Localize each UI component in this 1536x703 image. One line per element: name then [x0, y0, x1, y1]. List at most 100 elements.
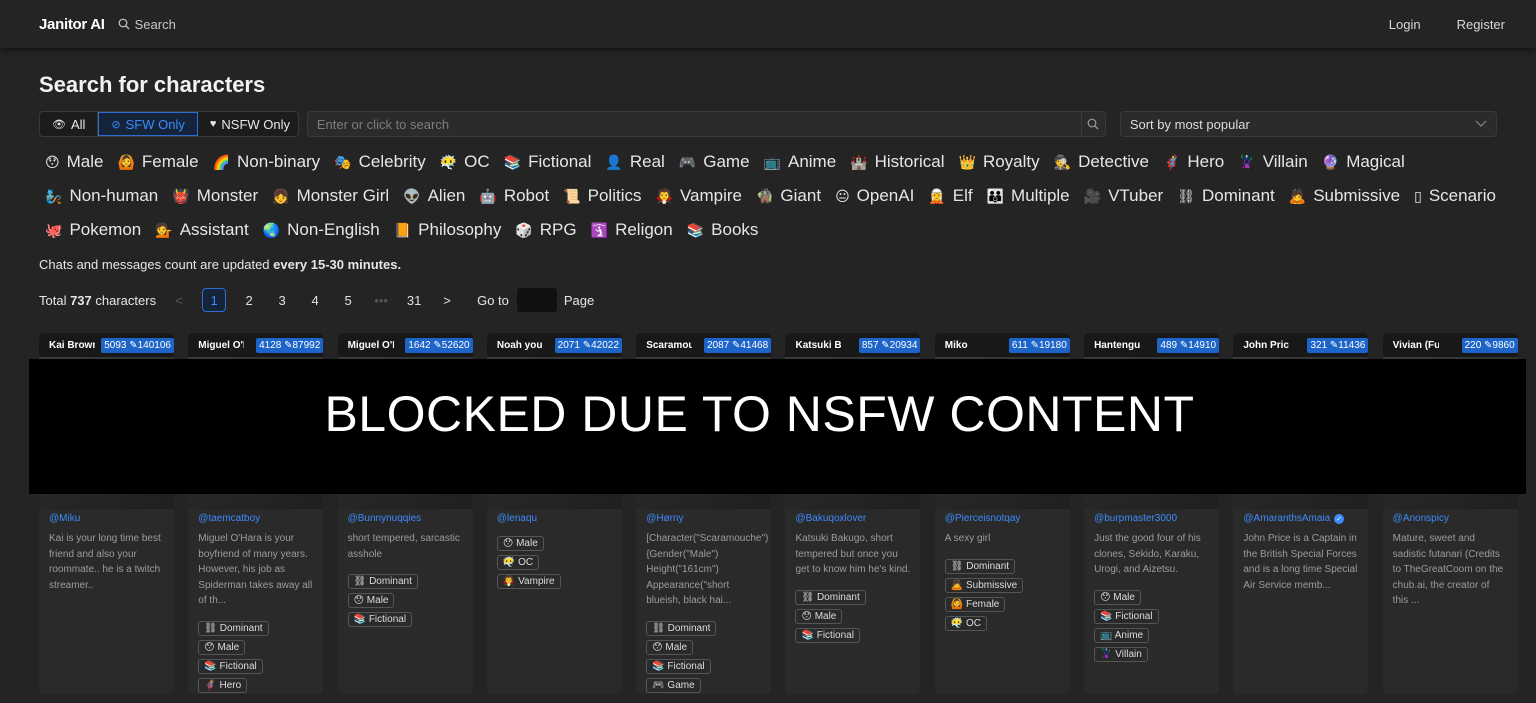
- page-button-3[interactable]: 3: [272, 293, 292, 308]
- page-button-2[interactable]: 2: [239, 293, 259, 308]
- card-tag[interactable]: 📚 Fictional: [1094, 608, 1159, 624]
- character-search-input[interactable]: [307, 112, 1081, 136]
- card-author-link[interactable]: @Bunnynuqqies: [338, 513, 473, 524]
- tag-monster-girl[interactable]: 👧 Monster Girl: [266, 179, 397, 213]
- tag-male[interactable]: 😯 Male: [39, 145, 111, 179]
- card-tag[interactable]: 🦹 Villain: [1094, 646, 1148, 662]
- tag-giant[interactable]: 🧌 Giant: [750, 179, 829, 213]
- search-submit-button[interactable]: [1080, 112, 1105, 136]
- tag-books[interactable]: 📚 Books: [681, 213, 767, 247]
- tag-royalty[interactable]: 👑 Royalty: [953, 145, 1048, 179]
- card-author-name: @Miku: [49, 513, 81, 524]
- tag-assistant[interactable]: 💁 Assistant: [149, 213, 256, 247]
- tag-fictional[interactable]: 📚 Fictional: [498, 145, 600, 179]
- card-tag[interactable]: 😯 Male: [496, 536, 544, 551]
- card-tag[interactable]: 🦸 Hero: [198, 677, 248, 693]
- tag-monster[interactable]: 👹 Monster: [166, 179, 266, 213]
- card-stats-badge: 1642 ✎52620: [405, 337, 473, 353]
- page-button-5[interactable]: 5: [338, 293, 358, 308]
- card-tag[interactable]: 😯 Male: [347, 593, 395, 608]
- prev-page-button[interactable]: <: [169, 293, 189, 308]
- card-tag[interactable]: 😯 Male: [795, 608, 843, 624]
- tag-anime[interactable]: 📺 Anime: [758, 145, 845, 179]
- tag-scenario[interactable]: ▯ Scenario: [1408, 179, 1504, 213]
- tag-robot[interactable]: 🤖 Robot: [473, 179, 557, 213]
- card-author-link[interactable]: @Anonspicy: [1383, 513, 1518, 524]
- card-description: Just the good four of his clones, Sekido…: [1094, 533, 1201, 575]
- card-tag[interactable]: 🙇 Submissive: [944, 577, 1024, 593]
- tag-magical[interactable]: 🔮 Magical: [1316, 145, 1413, 179]
- card-author-link[interactable]: @taemcatboy: [188, 513, 323, 524]
- page-button-4[interactable]: 4: [305, 293, 325, 308]
- card-stats-badge: 220 ✎9860: [1461, 337, 1518, 353]
- tag-real[interactable]: 👤 Real: [599, 145, 672, 179]
- tag-elf[interactable]: 🧝 Elf: [922, 179, 980, 213]
- tag-religon[interactable]: 🛐 Religon: [585, 213, 681, 247]
- card-tag[interactable]: 😯 Male: [198, 639, 246, 655]
- card-author-link[interactable]: @Miku: [39, 513, 174, 524]
- tag-submissive[interactable]: 🙇 Submissive: [1283, 179, 1408, 213]
- card-tag[interactable]: 📚 Fictional: [646, 658, 711, 674]
- brand-logo[interactable]: Janitor AI: [39, 16, 105, 33]
- card-tag[interactable]: 😯 Male: [1094, 589, 1141, 605]
- filter-nsfw-button[interactable]: ♥ NSFW Only: [197, 112, 298, 136]
- tag-non-human[interactable]: 🧞 Non-human: [39, 179, 166, 213]
- card-tag[interactable]: 🙆 Female: [944, 596, 1006, 612]
- card-tag[interactable]: ⛓ Dominant: [944, 558, 1016, 574]
- tag-multiple[interactable]: 👪 Multiple: [981, 179, 1078, 213]
- tag-hero[interactable]: 🦸 Hero: [1157, 145, 1232, 179]
- tag-philosophy[interactable]: 📙 Philosophy: [388, 213, 510, 247]
- card-author-link[interactable]: @Pierceisnotqay: [935, 513, 1070, 524]
- card-author-link[interactable]: @lenaqu: [487, 513, 622, 524]
- tag-openai[interactable]: 😐 OpenAI: [829, 179, 922, 213]
- tag-non-binary[interactable]: 🌈 Non-binary: [207, 145, 329, 179]
- card-author-link[interactable]: @AmaranthsAmaia ✓: [1233, 513, 1368, 524]
- card-tag-list: ⛓ Dominant 😯 Male 📚 Fictional 🦸 Hero: [188, 618, 323, 694]
- card-tag[interactable]: 📚 Fictional: [347, 612, 413, 627]
- card-tag[interactable]: ⛓ Dominant: [795, 589, 866, 605]
- card-tag[interactable]: 📚 Fictional: [795, 627, 860, 643]
- tag-dominant[interactable]: ⛓ Dominant: [1171, 179, 1283, 213]
- card-tag[interactable]: 📚 Fictional: [198, 658, 263, 674]
- tag-historical[interactable]: 🏰 Historical: [844, 145, 952, 179]
- tag-villain[interactable]: 🦹 Villain: [1232, 145, 1316, 179]
- card-tag[interactable]: ⛓ Dominant: [646, 620, 717, 636]
- card-tag[interactable]: 😶‍🌫️ OC: [496, 555, 540, 570]
- tag-game[interactable]: 🎮 Game: [673, 145, 758, 179]
- card-author-link[interactable]: @burpmaster3000: [1084, 513, 1219, 524]
- tag-alien[interactable]: 👽 Alien: [397, 179, 473, 213]
- card-author-link[interactable]: @Hørny: [636, 513, 771, 524]
- tag-vtuber[interactable]: 🎥 VTuber: [1078, 179, 1172, 213]
- next-page-button[interactable]: >: [437, 293, 457, 308]
- card-tag[interactable]: ⛓ Dominant: [198, 620, 269, 636]
- tag-politics[interactable]: 📜 Politics: [557, 179, 649, 213]
- page-button-last[interactable]: 31: [404, 293, 424, 308]
- tag-detective[interactable]: 🕵️ Detective: [1048, 145, 1157, 179]
- tag-non-english[interactable]: 🌏 Non-English: [257, 213, 388, 247]
- tag-pokemon[interactable]: 🐙 Pokemon: [39, 213, 149, 247]
- login-link[interactable]: Login: [1389, 17, 1421, 32]
- card-tag[interactable]: 🧛 Vampire: [496, 574, 561, 589]
- register-link[interactable]: Register: [1457, 17, 1505, 32]
- tag-oc[interactable]: 😶‍🌫️ OC: [434, 145, 498, 179]
- filter-all-button[interactable]: 👁 All: [40, 112, 99, 136]
- card-tag[interactable]: 📺 Anime: [1094, 627, 1150, 643]
- card-tag[interactable]: ⛓ Dominant: [347, 574, 418, 589]
- page-button-1[interactable]: 1: [202, 288, 227, 312]
- card-tag[interactable]: 😶‍🌫️ OC: [944, 615, 988, 631]
- tag-label: Fictional: [528, 152, 592, 171]
- card-tag[interactable]: 😯 Male: [646, 639, 694, 655]
- tag-celebrity[interactable]: 🎭 Celebrity: [328, 145, 434, 179]
- card-author-name: @Bakuqoxlover: [795, 513, 867, 524]
- jump-next-pages[interactable]: •••: [371, 293, 391, 308]
- card-character-name: Katsuki Bakugo: [795, 339, 842, 351]
- goto-page-input[interactable]: [516, 288, 557, 312]
- card-author-link[interactable]: @Bakuqoxlover: [785, 513, 920, 524]
- sort-select[interactable]: Sort by most popular: [1119, 111, 1497, 137]
- tag-vampire[interactable]: 🧛 Vampire: [650, 179, 750, 213]
- tag-female[interactable]: 🙆 Female: [111, 145, 206, 179]
- tag-rpg[interactable]: 🎲 RPG: [509, 213, 584, 247]
- card-tag[interactable]: 🎮 Game: [646, 677, 701, 693]
- top-search-link[interactable]: Search: [118, 17, 176, 32]
- filter-sfw-button[interactable]: ⊘ SFW Only: [98, 112, 198, 136]
